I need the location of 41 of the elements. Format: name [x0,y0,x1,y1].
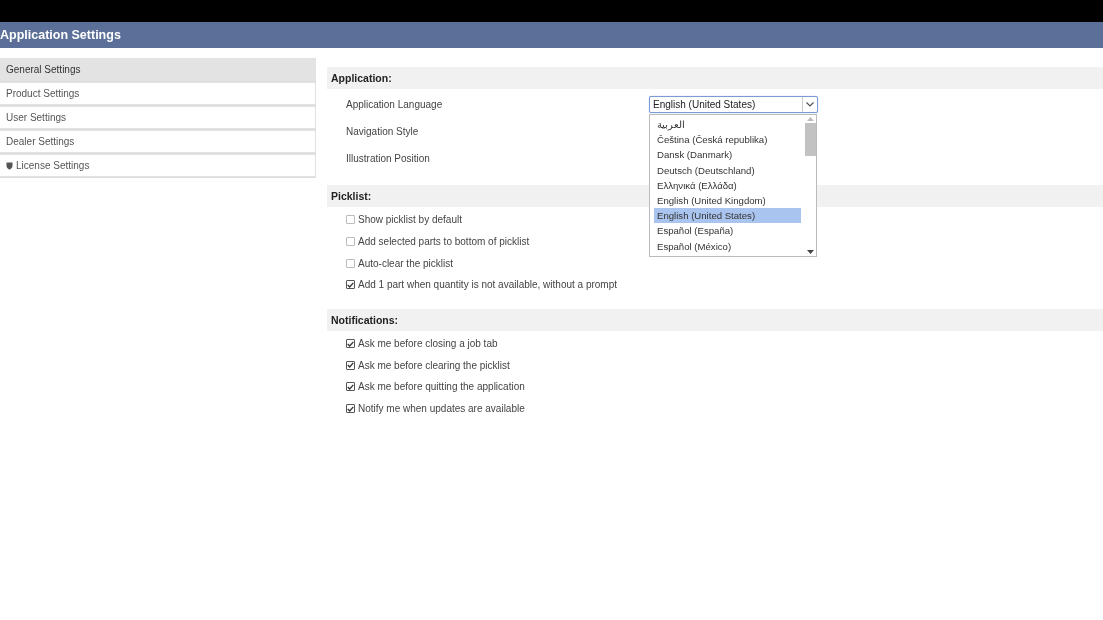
shield-icon [6,161,13,170]
checkbox[interactable] [346,280,355,290]
dropdown-option[interactable]: Español (España) [654,223,801,239]
checkbox[interactable] [346,258,355,268]
sidebar-item[interactable]: License Settings [0,154,316,177]
checkbox-label: Ask me before quitting the application [358,381,525,393]
language-dropdown[interactable]: English (United States) [649,96,818,113]
field-label: Navigation Style [346,126,420,137]
dropdown-option[interactable]: Dansk (Danmark) [654,147,801,163]
dropdown-option[interactable]: Čeština (Česká republika) [654,132,801,148]
checkbox-label: Add 1 part when quantity is not available, without a prompt [358,279,618,291]
checkbox[interactable] [346,382,355,392]
section-heading: Application: [327,67,1103,89]
checkbox-label: Notify me when updates are available [358,403,525,415]
field-label: Illustration Position [346,153,431,164]
checkbox-label: Ask me before closing a job tab [358,338,498,350]
scroll-up-icon [807,117,814,121]
checkbox[interactable] [346,339,355,349]
checkbox-label: Add selected parts to bottom of picklist [358,236,530,248]
checkbox-label: Ask me before clearing the picklist [358,359,510,371]
window-title: Application Settings [0,22,1103,48]
dropdown-option[interactable]: English (United States) [654,208,801,224]
checkbox-label: Show picklist by default [358,214,462,226]
dropdown-option[interactable]: العربية [654,117,801,133]
section-heading: Notifications: [327,308,1103,331]
sidebar-item[interactable]: Product Settings [0,82,316,105]
scroll-down-icon [807,249,814,254]
checkbox[interactable] [346,215,355,225]
sidebar-item[interactable]: General Settings [0,58,316,81]
dropdown-option[interactable]: English (United Kingdom) [654,192,801,209]
sidebar-item[interactable]: User Settings [0,106,316,129]
checkbox[interactable] [346,360,355,370]
field-label: Application Language [346,99,444,110]
checkbox[interactable] [346,237,355,247]
checkbox-label: Auto-clear the picklist [358,257,454,269]
dropdown-option[interactable]: Español (México) [654,238,801,254]
scrollbar-thumb[interactable] [805,123,816,156]
checkbox[interactable] [346,404,355,414]
sidebar-item[interactable]: Dealer Settings [0,130,316,153]
caret-icon [806,102,814,107]
dropdown-option[interactable]: Deutsch (Deutschland) [654,162,801,178]
